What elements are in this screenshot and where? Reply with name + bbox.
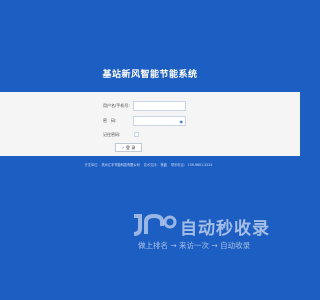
- username-row: 用户名/手机号:: [0, 100, 300, 112]
- footer: 开发单位: 杭州汇丰节能科技有限公司 技术支持: 黄鑫 联系电话: 159-9601-…: [0, 162, 300, 167]
- username-input[interactable]: [133, 101, 186, 111]
- eye-icon[interactable]: ◉: [180, 118, 184, 125]
- password-input[interactable]: ◉: [133, 116, 186, 126]
- remember-label: 记住密码:: [103, 132, 121, 137]
- watermark-logo-icon: [133, 213, 177, 236]
- login-icon: ✓: [121, 145, 126, 150]
- support-label: 技术支持:: [143, 163, 158, 167]
- remember-checkbox[interactable]: [134, 132, 139, 137]
- password-row: 密 码: ◉: [0, 115, 300, 127]
- phone-value: 159-9601-2224: [187, 163, 213, 167]
- watermark-sub-text: 做上排名 → 来访一次 → 自动收录: [138, 241, 251, 250]
- support-value: 黄鑫: [160, 163, 167, 167]
- watermark-main-text: 自动秒收录: [180, 219, 270, 239]
- phone-label: 联系电话:: [170, 163, 185, 167]
- page-title: 基站新风智能节能系统: [102, 70, 198, 80]
- login-panel: 用户名/手机号: 密 码: ◉ 记住密码: ✓登 录: [0, 92, 300, 156]
- developer-value: 杭州汇丰节能科技有限公司: [101, 163, 140, 167]
- developer-label: 开发单位:: [84, 163, 99, 167]
- username-label: 用户名/手机号:: [103, 103, 130, 108]
- login-page: 基站新风智能节能系统 用户名/手机号: 密 码: ◉ 记住密码: ✓登 录 开发…: [0, 0, 300, 300]
- password-label: 密 码:: [103, 118, 117, 123]
- login-button[interactable]: ✓登 录: [115, 143, 142, 152]
- remember-row: 记住密码:: [0, 129, 300, 141]
- login-button-label: 登 录: [126, 145, 136, 150]
- watermark: 自动秒收录 做上排名 → 来访一次 → 自动收录: [130, 212, 290, 272]
